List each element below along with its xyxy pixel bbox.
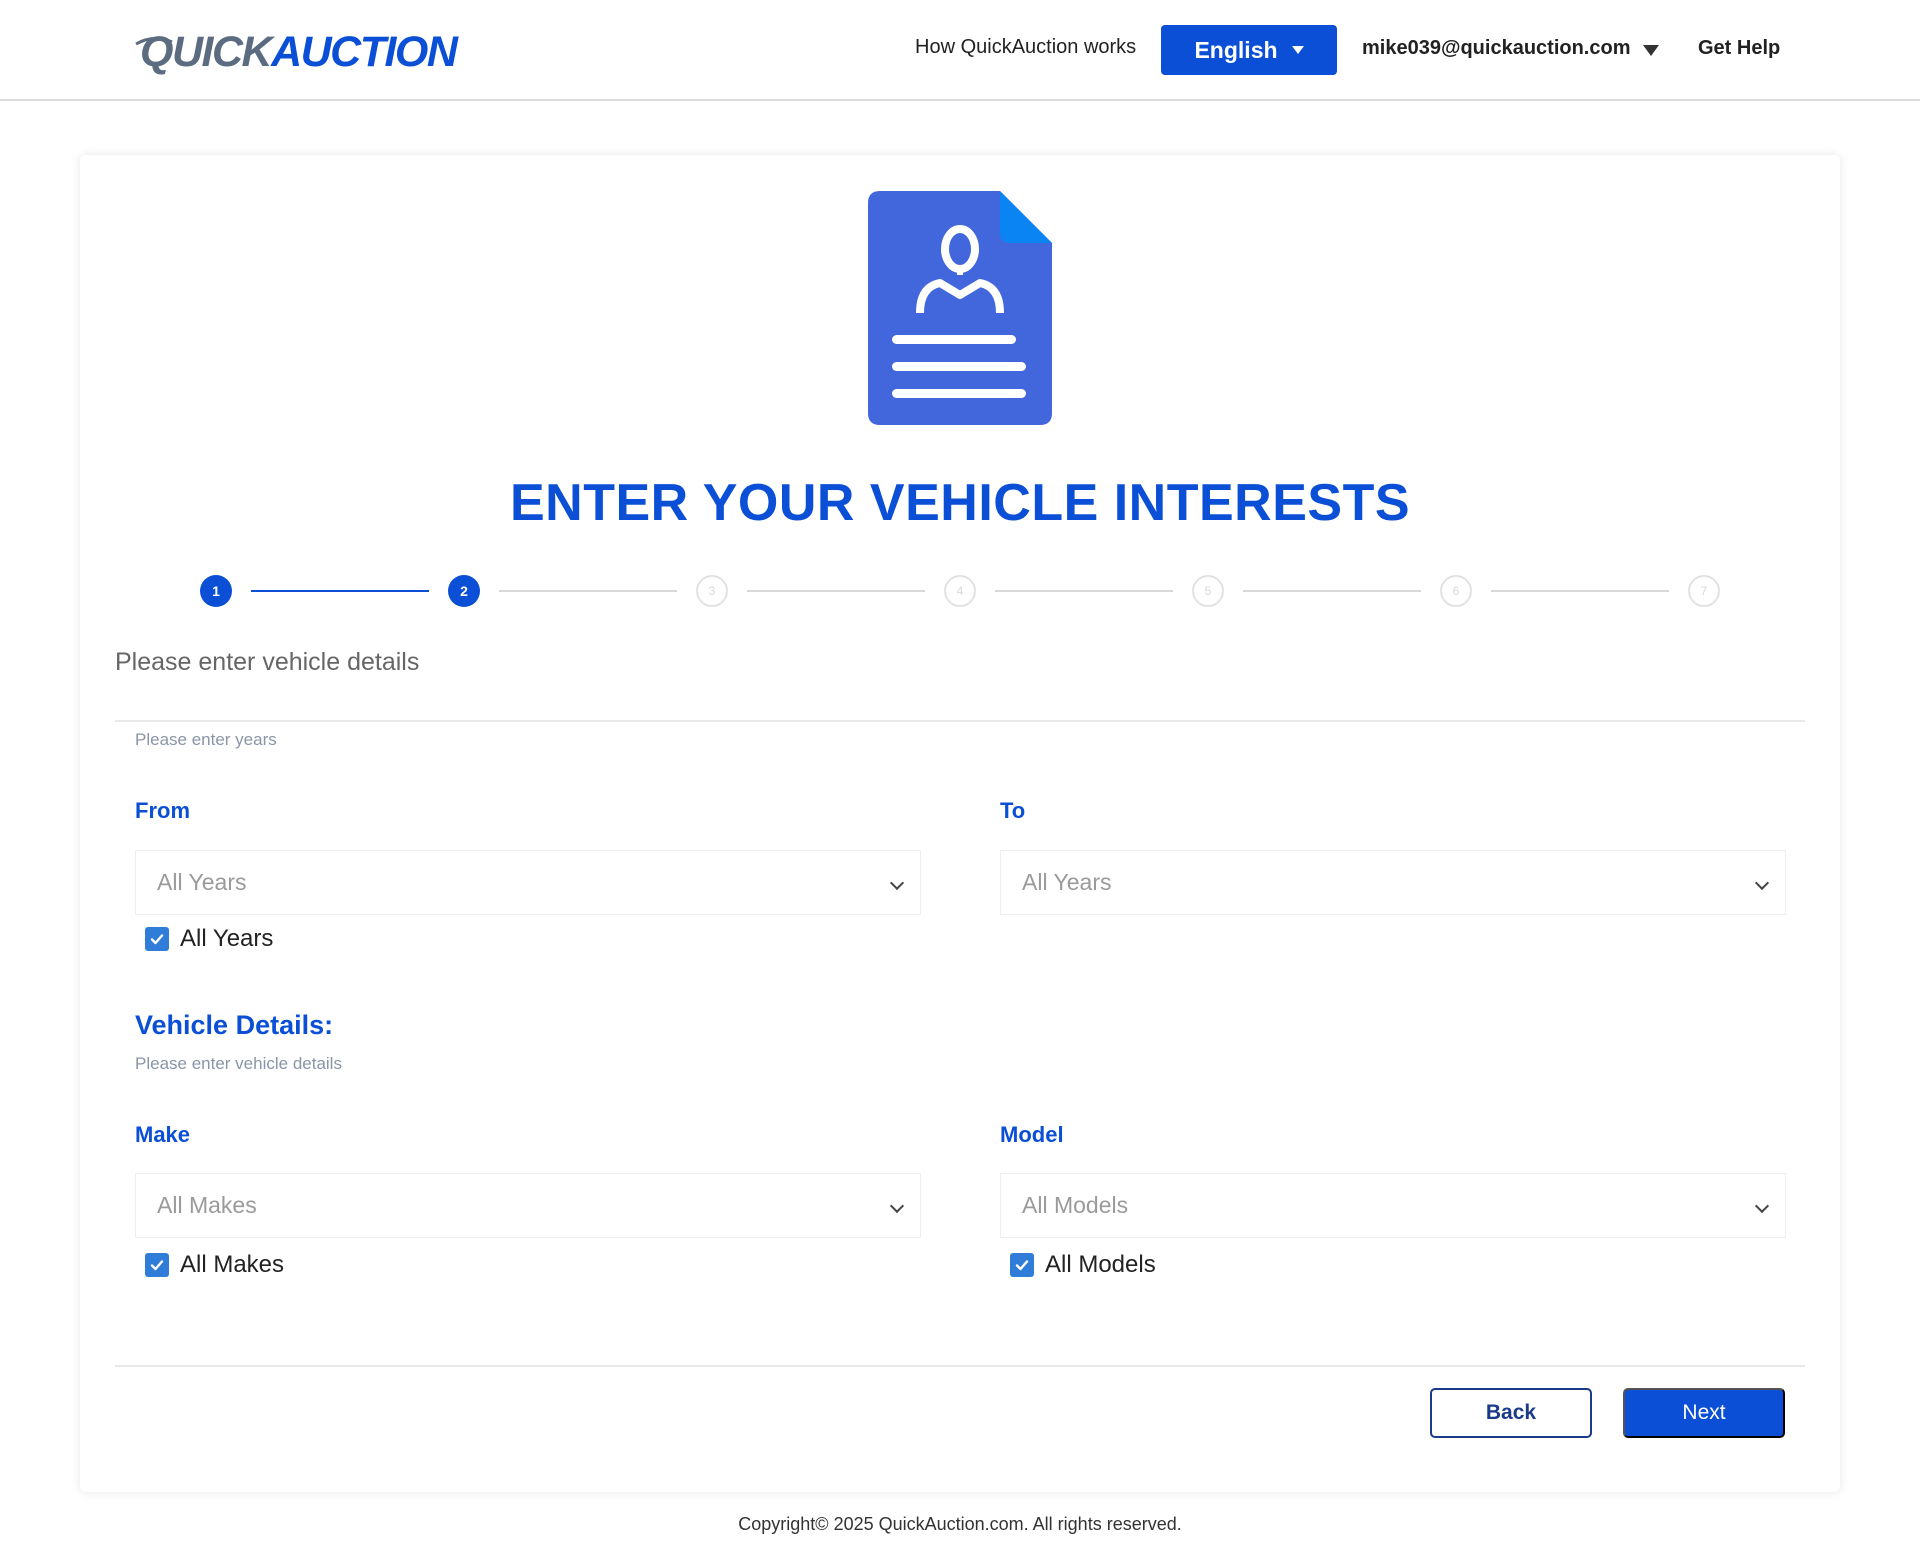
divider bbox=[115, 720, 1805, 722]
step-connector bbox=[251, 590, 429, 592]
step-connector bbox=[499, 590, 677, 592]
caret-down-icon bbox=[1642, 44, 1659, 56]
logo-text-auction: AUCTION bbox=[271, 27, 458, 76]
checkbox-checked[interactable] bbox=[145, 927, 169, 951]
step-connector bbox=[1491, 590, 1669, 592]
step-5: 5 bbox=[1192, 575, 1224, 607]
to-year-label: To bbox=[1000, 798, 1026, 823]
step-connector bbox=[995, 590, 1173, 592]
footer-copyright: Copyright© 2025 QuickAuction.com. All ri… bbox=[738, 1514, 1182, 1534]
step-6: 6 bbox=[1440, 575, 1472, 607]
checkbox-checked[interactable] bbox=[145, 1253, 169, 1277]
chevron-down-icon bbox=[1754, 875, 1770, 891]
to-year-select[interactable]: All Years bbox=[1000, 850, 1786, 915]
user-email: mike039@quickauction.com bbox=[1362, 37, 1631, 59]
all-years-label: All Years bbox=[180, 925, 274, 952]
make-label: Make bbox=[135, 1122, 191, 1147]
step-4: 4 bbox=[944, 575, 976, 607]
from-year-select[interactable]: All Years bbox=[135, 850, 921, 915]
step-3: 3 bbox=[696, 575, 728, 607]
how-it-works-link[interactable]: How QuickAuction works bbox=[915, 36, 1136, 59]
user-account-menu[interactable]: mike039@quickauction.com bbox=[1362, 37, 1659, 60]
back-button[interactable]: Back bbox=[1430, 1388, 1592, 1438]
vehicle-interests-card: ENTER YOUR VEHICLE INTERESTS 1 2 3 4 5 6… bbox=[80, 155, 1840, 1492]
step-2: 2 bbox=[448, 575, 480, 607]
from-year-value: All Years bbox=[157, 869, 247, 895]
chevron-down-icon bbox=[1754, 1198, 1770, 1214]
model-value: All Models bbox=[1022, 1192, 1129, 1218]
checkbox-checked[interactable] bbox=[1010, 1253, 1034, 1277]
vehicle-details-hint: Please enter vehicle details bbox=[135, 1054, 342, 1073]
top-header: QUICKAUCTION How QuickAuction works Engl… bbox=[0, 0, 1920, 101]
quickauction-logo[interactable]: QUICKAUCTION bbox=[135, 22, 458, 82]
get-help-link[interactable]: Get Help bbox=[1698, 37, 1780, 60]
checkmark-icon bbox=[1015, 1260, 1029, 1271]
all-models-label: All Models bbox=[1045, 1251, 1156, 1278]
model-select[interactable]: All Models bbox=[1000, 1173, 1786, 1238]
divider bbox=[115, 1365, 1805, 1367]
step-connector bbox=[747, 590, 925, 592]
vehicle-details-heading: Vehicle Details: bbox=[135, 1010, 334, 1040]
checkmark-icon bbox=[150, 934, 164, 945]
step-7: 7 bbox=[1688, 575, 1720, 607]
page-title: ENTER YOUR VEHICLE INTERESTS bbox=[509, 474, 1411, 532]
progress-stepper: 1 2 3 4 5 6 7 bbox=[80, 571, 1840, 611]
all-makes-label: All Makes bbox=[180, 1251, 285, 1278]
logo-swoosh-icon bbox=[135, 37, 173, 46]
make-select[interactable]: All Makes bbox=[135, 1173, 921, 1238]
language-label: English bbox=[1194, 36, 1278, 63]
caret-down-icon bbox=[1291, 46, 1304, 54]
step-1: 1 bbox=[200, 575, 232, 607]
model-label: Model bbox=[1000, 1122, 1064, 1147]
checkmark-icon bbox=[150, 1260, 164, 1271]
all-years-checkbox[interactable]: All Years bbox=[145, 925, 273, 953]
years-hint: Please enter years bbox=[135, 730, 277, 749]
section-intro: Please enter vehicle details bbox=[115, 648, 420, 676]
step-connector bbox=[1243, 590, 1421, 592]
next-button[interactable]: Next bbox=[1623, 1388, 1785, 1438]
all-models-checkbox[interactable]: All Models bbox=[1010, 1251, 1156, 1279]
language-dropdown-button[interactable]: English bbox=[1161, 25, 1337, 75]
make-value: All Makes bbox=[157, 1192, 257, 1218]
all-makes-checkbox[interactable]: All Makes bbox=[145, 1251, 284, 1279]
chevron-down-icon bbox=[889, 875, 905, 891]
document-user-icon bbox=[868, 191, 1052, 425]
from-year-label: From bbox=[135, 798, 190, 823]
to-year-value: All Years bbox=[1022, 869, 1112, 895]
chevron-down-icon bbox=[889, 1198, 905, 1214]
